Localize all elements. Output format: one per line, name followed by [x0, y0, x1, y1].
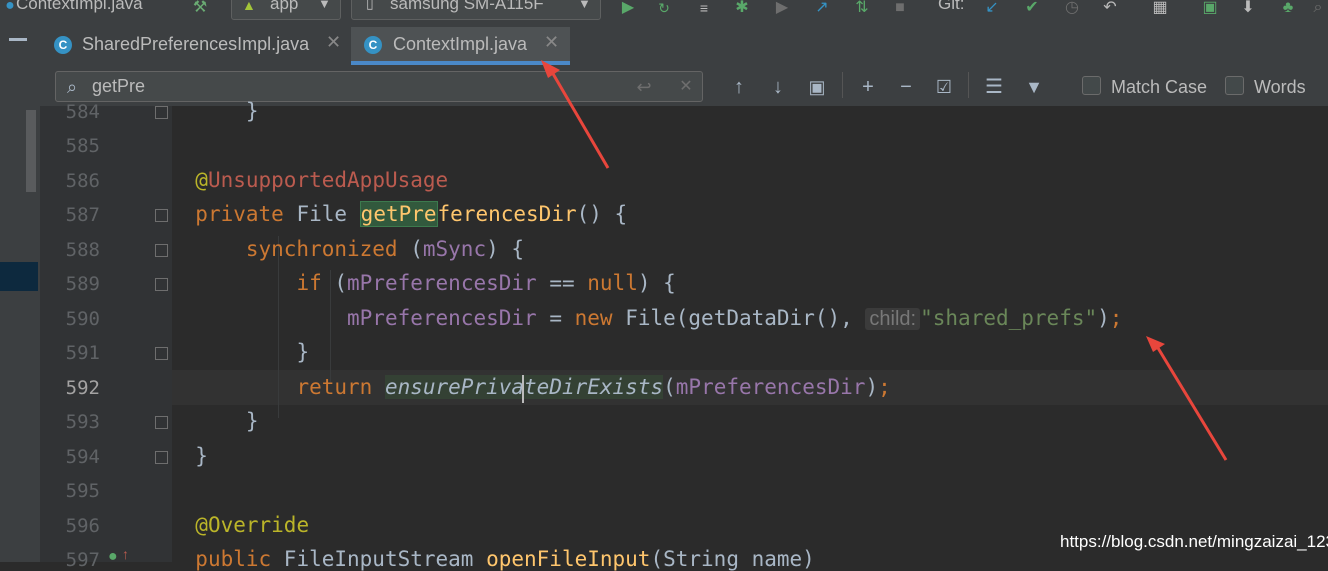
arrow-to-tab	[541, 60, 610, 169]
arrow-to-string	[1146, 336, 1228, 461]
annotation-arrows	[541, 60, 1228, 461]
watermark: https://blog.csdn.net/mingzaizai_123	[1060, 532, 1328, 551]
